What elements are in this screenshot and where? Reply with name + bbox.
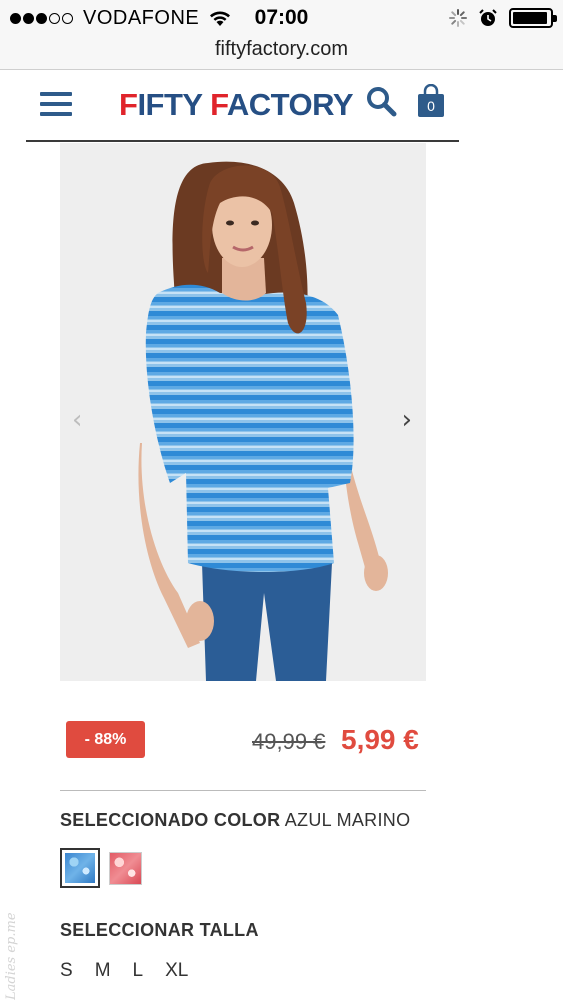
activity-spinner-icon (449, 9, 467, 27)
battery-icon (509, 8, 557, 28)
selected-color-name: AZUL MARINO (284, 810, 411, 830)
watermark: Ladies ep.me (4, 912, 19, 1000)
status-left: VODAFONE (10, 7, 231, 30)
current-price: 5,99 € (341, 724, 419, 755)
size-option-s[interactable]: S (60, 960, 73, 982)
color-swatch-pink[interactable] (109, 852, 142, 885)
battery-level (513, 12, 548, 24)
signal-strength-icon (10, 13, 75, 24)
discount-badge: - 88% (66, 721, 145, 758)
url-text[interactable]: fiftyfactory.com (215, 38, 348, 60)
site-header: FIFTY FACTORY 0 (26, 70, 459, 142)
previous-image-arrow[interactable]: ‹ (72, 405, 82, 435)
url-bar[interactable]: fiftyfactory.com (0, 36, 563, 70)
logo-f1: F (119, 87, 138, 122)
site-logo[interactable]: FIFTY FACTORY (119, 87, 354, 123)
carrier-name: VODAFONE (83, 7, 200, 29)
size-option-xl[interactable]: XL (165, 960, 188, 982)
logo-ifty: IFTY (137, 87, 211, 122)
product-photo (60, 143, 426, 681)
size-options: S M L XL (60, 960, 210, 982)
color-selection-label: SELECCIONADO COLOR AZUL MARINO (60, 810, 410, 831)
size-option-m[interactable]: M (95, 960, 111, 982)
size-selection-title: SELECCIONAR TALLA (60, 920, 259, 940)
product-image[interactable]: ‹ › (60, 143, 426, 681)
color-label-heading: SELECCIONADO COLOR (60, 810, 281, 830)
next-image-arrow[interactable]: › (402, 405, 412, 435)
shopping-bag-icon[interactable]: 0 (417, 83, 445, 118)
size-option-l[interactable]: L (133, 960, 144, 982)
menu-icon[interactable] (40, 92, 74, 116)
color-swatch-blue[interactable] (60, 848, 100, 888)
wifi-icon (210, 11, 231, 26)
logo-f2: F (210, 87, 227, 122)
alarm-icon (479, 9, 497, 26)
logo-actory: ACTORY (226, 87, 354, 122)
status-bar: VODAFONE 07:00 (0, 0, 563, 36)
status-right (449, 8, 557, 28)
search-icon[interactable] (366, 86, 398, 118)
divider (60, 790, 426, 791)
cart-count: 0 (427, 98, 435, 114)
old-price: 49,99 € (252, 729, 326, 754)
